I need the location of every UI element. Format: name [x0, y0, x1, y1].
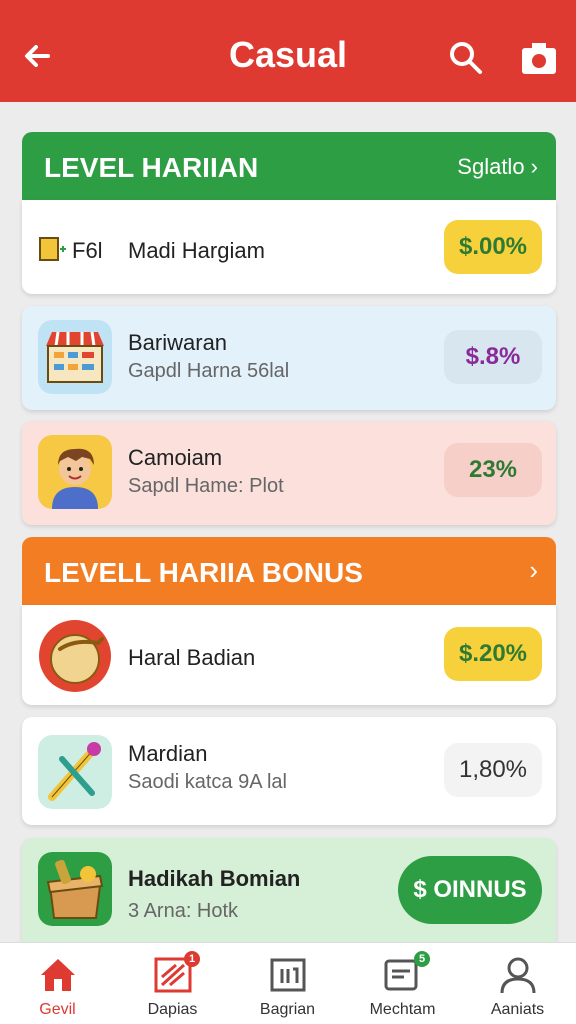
see-all-link[interactable]: Sglatlo ›: [457, 154, 538, 180]
boy-avatar-icon: [38, 435, 112, 509]
search-icon[interactable]: [446, 38, 486, 78]
item-name: Haral Badian: [128, 645, 256, 670]
item-subtitle: Gapdl Harna 56lal: [128, 360, 290, 382]
nav-item-grid[interactable]: 1 Dapias: [115, 943, 230, 1024]
page-title: Casual: [228, 34, 348, 75]
value-pill: $.00%: [444, 220, 542, 274]
section-header-bonus[interactable]: LEVELL HARIIA BONUS ›: [22, 537, 556, 615]
item-subtitle: 3 Arna: Hotk: [128, 900, 239, 922]
value-pill: 1,80%: [444, 743, 542, 797]
pencil-tools-icon: [38, 735, 112, 809]
nav-item-home[interactable]: Gevil: [0, 943, 115, 1024]
gold-coin-icon: [39, 620, 111, 692]
list-item[interactable]: Camoiam Sapdl Hame: Plot 23%: [22, 421, 556, 525]
value-pill: $.20%: [444, 627, 542, 681]
nav-item-profile[interactable]: Aaniats: [460, 943, 575, 1024]
item-name: Camoiam: [128, 445, 223, 470]
gift-box-icon: [38, 852, 112, 926]
shop-stall-icon: [38, 320, 112, 394]
app-bar: Casual: [0, 0, 576, 102]
list-item[interactable]: Hadikah Bomian 3 Arna: Hotk $ OINNUS: [22, 838, 556, 942]
section-title: LEVELL HARIIA BONUS: [44, 557, 363, 588]
nav-label: Aaniats: [490, 1001, 545, 1018]
item-subtitle: Saodi katca 9A lal: [128, 771, 287, 793]
list-item[interactable]: F6l Madi Hargiam $.00%: [22, 200, 556, 294]
section-title: LEVEL HARIIAN: [44, 152, 259, 183]
bonus-button[interactable]: $ OINNUS: [398, 856, 542, 924]
home-icon: [41, 959, 75, 991]
list-item[interactable]: Haral Badian $.20%: [22, 605, 556, 705]
level-badge-icon: [39, 237, 66, 261]
nav-item-chat[interactable]: 5 Mechtam: [345, 943, 460, 1024]
item-subtitle: Sapdl Hame: Plot: [128, 475, 284, 497]
chevron-right-icon[interactable]: ›: [529, 555, 538, 586]
list-item[interactable]: Bariwaran Gapdl Harna 56lal $.8%: [22, 306, 556, 410]
value-pill: 23%: [444, 443, 542, 497]
item-name: Mardian: [128, 741, 208, 766]
list-item[interactable]: Mardian Saodi katca 9A lal 1,80%: [22, 717, 556, 825]
calendar-icon: [270, 958, 306, 992]
nav-label: Mechtam: [369, 1001, 436, 1018]
value-pill: $.8%: [444, 330, 542, 384]
notification-badge: 1: [184, 951, 200, 967]
camera-icon[interactable]: [518, 38, 560, 78]
item-name: Bariwaran: [128, 330, 228, 355]
nav-label: Bagrian: [259, 1001, 316, 1018]
notification-badge: 5: [414, 951, 430, 967]
bottom-navigation: Gevil 1 Dapias Bagrian 5 Mechtam Aaniats: [0, 942, 576, 1024]
item-name: Madi Hargiam: [128, 238, 265, 263]
nav-label: Gevil: [39, 1001, 76, 1018]
item-name: Hadikah Bomian: [128, 866, 301, 891]
level-prefix: F6l: [72, 238, 103, 263]
profile-icon: [500, 957, 536, 994]
section-header-daily[interactable]: LEVEL HARIIAN Sglatlo ›: [22, 132, 556, 210]
nav-label: Dapias: [147, 1001, 198, 1018]
nav-item-calendar[interactable]: Bagrian: [230, 943, 345, 1024]
